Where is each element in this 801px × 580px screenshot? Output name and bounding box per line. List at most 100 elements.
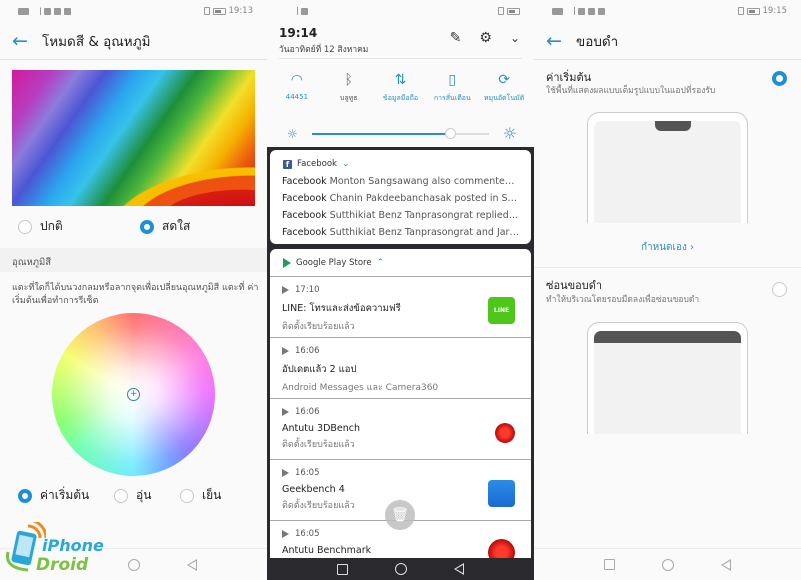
signal-icon bbox=[32, 7, 41, 15]
tile-vibrate[interactable]: ▯ การสั่นเตือน bbox=[426, 72, 478, 104]
radio-cool[interactable] bbox=[180, 488, 194, 503]
back-button[interactable] bbox=[721, 558, 731, 571]
watermark-text-iphone: iPhone bbox=[42, 536, 104, 555]
brightness-thumb[interactable] bbox=[444, 127, 456, 139]
quick-settings-panel: 19:14 วันอาทิตย์ที่ 12 สิงหาคม ✎ ⚙ ⌄ ◠ 4… bbox=[267, 0, 534, 147]
section-header-color-temperature: อุณหภูมิสี bbox=[0, 248, 267, 272]
chevron-down-icon[interactable]: ⌄ bbox=[510, 31, 520, 45]
status-bar: 19:15 bbox=[534, 0, 801, 22]
play-store-small-icon bbox=[282, 347, 289, 355]
radio-vivid[interactable] bbox=[140, 219, 154, 234]
color-mode-normal-option[interactable]: ปกติ bbox=[18, 217, 63, 236]
temp-default-option[interactable]: ค่าเริ่มต้น bbox=[18, 486, 89, 505]
radio-notch-default[interactable] bbox=[772, 71, 787, 86]
facebook-notification-icon bbox=[588, 7, 595, 15]
temp-cool-option[interactable]: เย็น bbox=[180, 486, 221, 505]
wheel-handle-icon[interactable]: + bbox=[127, 388, 140, 401]
settings-gear-icon[interactable]: ⚙ bbox=[479, 30, 492, 46]
home-button[interactable] bbox=[662, 558, 674, 571]
temp-warm-option[interactable]: อุ่น bbox=[114, 486, 151, 505]
app-bar: ← โหมดสี & อุณหภูมิ bbox=[0, 22, 267, 60]
preview-screen bbox=[594, 121, 741, 223]
edit-pencil-icon[interactable]: ✎ bbox=[450, 30, 462, 46]
notification-title: Antutu Benchmark bbox=[282, 545, 372, 556]
brightness-track[interactable] bbox=[311, 127, 489, 139]
recents-button[interactable] bbox=[337, 563, 348, 575]
tile-wifi[interactable]: ◠ 44451 bbox=[271, 72, 323, 104]
navigation-bar bbox=[267, 558, 534, 580]
notification-icon bbox=[552, 7, 563, 15]
expand-chevron-icon[interactable]: ⌄ bbox=[342, 159, 350, 169]
gallery-notification-icon bbox=[64, 7, 71, 15]
play-store-small-icon bbox=[282, 408, 289, 416]
radio-warm[interactable] bbox=[114, 488, 128, 503]
option-label: อุ่น bbox=[136, 488, 152, 502]
radio-default[interactable] bbox=[18, 488, 32, 503]
back-button[interactable] bbox=[187, 558, 197, 571]
mobile-data-icon: ⇅ bbox=[394, 72, 407, 88]
notification-item[interactable]: 16:06 อัปเดตแล้ว 2 แอป Android Messages … bbox=[270, 337, 531, 398]
wifi-icon: ◠ bbox=[290, 72, 303, 88]
line-app-icon: LINE bbox=[488, 297, 515, 324]
bluetooth-icon: ᛒ bbox=[344, 72, 353, 88]
divider bbox=[279, 58, 522, 59]
vibrate-icon: ▯ bbox=[448, 72, 457, 88]
facebook-notification-line[interactable]: Facebook Sutthikiat Benz Tanprasongrat r… bbox=[270, 207, 531, 224]
back-arrow-icon[interactable]: ← bbox=[546, 30, 572, 52]
back-arrow-icon[interactable]: ← bbox=[12, 30, 38, 52]
vibrate-icon bbox=[498, 7, 504, 15]
wifi-icon bbox=[578, 7, 585, 15]
radio-hide-notch[interactable] bbox=[772, 282, 787, 297]
facebook-notification-line[interactable]: Facebook Monton Sangsawang also commente… bbox=[270, 173, 531, 190]
antutu-3dbench-app-icon bbox=[495, 423, 515, 443]
facebook-notification-icon bbox=[54, 7, 61, 15]
option-label: สดใส bbox=[162, 219, 191, 233]
status-bar bbox=[267, 0, 534, 22]
battery-icon bbox=[746, 7, 760, 15]
tile-label: บลูทูธ bbox=[339, 94, 358, 102]
home-button[interactable] bbox=[395, 563, 407, 575]
geekbench-app-icon bbox=[488, 480, 515, 507]
notification-subtitle: Android Messages และ Camera360 bbox=[282, 383, 439, 393]
notification-subtitle: ติดตั้งเรียบร้อยแล้ว bbox=[282, 322, 355, 332]
color-mode-vivid-option[interactable]: สดใส bbox=[140, 217, 190, 236]
shade-time: 19:14 bbox=[279, 26, 318, 40]
brightness-low-icon: ☼ bbox=[287, 126, 298, 141]
notification-title: Geekbench 4 bbox=[282, 484, 345, 495]
play-store-notification-icon bbox=[598, 7, 605, 15]
option-description: ใช้พื้นที่แสดงผลแบบเต็มรูปแบบในแอปที่รอง… bbox=[546, 86, 716, 96]
app-bar: ← ขอบดำ bbox=[534, 22, 801, 60]
facebook-notification-card[interactable]: f Facebook ⌄ Facebook Monton Sangsawang … bbox=[270, 150, 531, 244]
notification-title: Antutu 3DBench bbox=[282, 423, 361, 434]
notification-item[interactable]: 16:06 Antutu 3DBench ติดตั้งเรียบร้อยแล้… bbox=[270, 398, 531, 459]
page-title: ขอบดำ bbox=[576, 33, 619, 50]
facebook-icon: f bbox=[283, 159, 292, 169]
radio-normal[interactable] bbox=[18, 219, 32, 234]
color-temperature-description: แตะที่ใดก็ได้บนวงกลมหรือลากจุดเพื่อเปลี่… bbox=[12, 283, 259, 306]
status-time: 19:13 bbox=[228, 6, 254, 16]
customize-link[interactable]: กำหนดเอง › bbox=[534, 240, 801, 255]
facebook-notification-line[interactable]: Facebook Sutthikiat Benz Tanprasongrat a… bbox=[270, 224, 531, 241]
clear-all-trash-icon[interactable]: 🗑 bbox=[385, 500, 415, 530]
home-button[interactable] bbox=[128, 558, 140, 571]
back-button[interactable] bbox=[454, 563, 464, 575]
brightness-high-icon: ☼ bbox=[502, 124, 517, 143]
notification-item[interactable]: 17:10 LINE: โทรและส่งข้อความฟรี ติดตั้งเ… bbox=[270, 276, 531, 337]
brightness-slider[interactable]: ☼ ☼ bbox=[287, 124, 517, 143]
facebook-notification-line[interactable]: Facebook Chanin Pakdeebanchasak posted i… bbox=[270, 190, 531, 207]
tile-bluetooth[interactable]: ᛒ บลูทูธ bbox=[323, 72, 375, 104]
tile-mobile-data[interactable]: ⇅ ข้อมูลมือถือ bbox=[375, 72, 427, 104]
notification-shade-screen: 19:14 วันอาทิตย์ที่ 12 สิงหาคม ✎ ⚙ ⌄ ◠ 4… bbox=[267, 0, 534, 580]
collapse-chevron-icon[interactable]: ⌃ bbox=[377, 258, 385, 268]
shade-actions: ✎ ⚙ ⌄ bbox=[450, 30, 520, 46]
wifi-icon bbox=[44, 7, 51, 15]
status-time: 19:15 bbox=[762, 6, 788, 16]
option-description: ทำให้บริเวณโดยรอบมืดลงเพื่อซ่อนขอบดำ bbox=[546, 295, 700, 305]
tile-auto-rotate[interactable]: ⟳ หมุนอัตโนมัติ bbox=[478, 72, 530, 104]
color-temperature-screen: 19:13 ← โหมดสี & อุณหภูมิ ปกติ สดใส อุณห… bbox=[0, 0, 267, 580]
notification-title: LINE: โทรและส่งข้อความฟรี bbox=[282, 303, 401, 314]
recents-button[interactable] bbox=[604, 559, 615, 570]
tile-label: 44451 bbox=[285, 93, 309, 101]
notification-app-name: Google Play Store bbox=[296, 258, 372, 268]
divider bbox=[534, 267, 801, 268]
